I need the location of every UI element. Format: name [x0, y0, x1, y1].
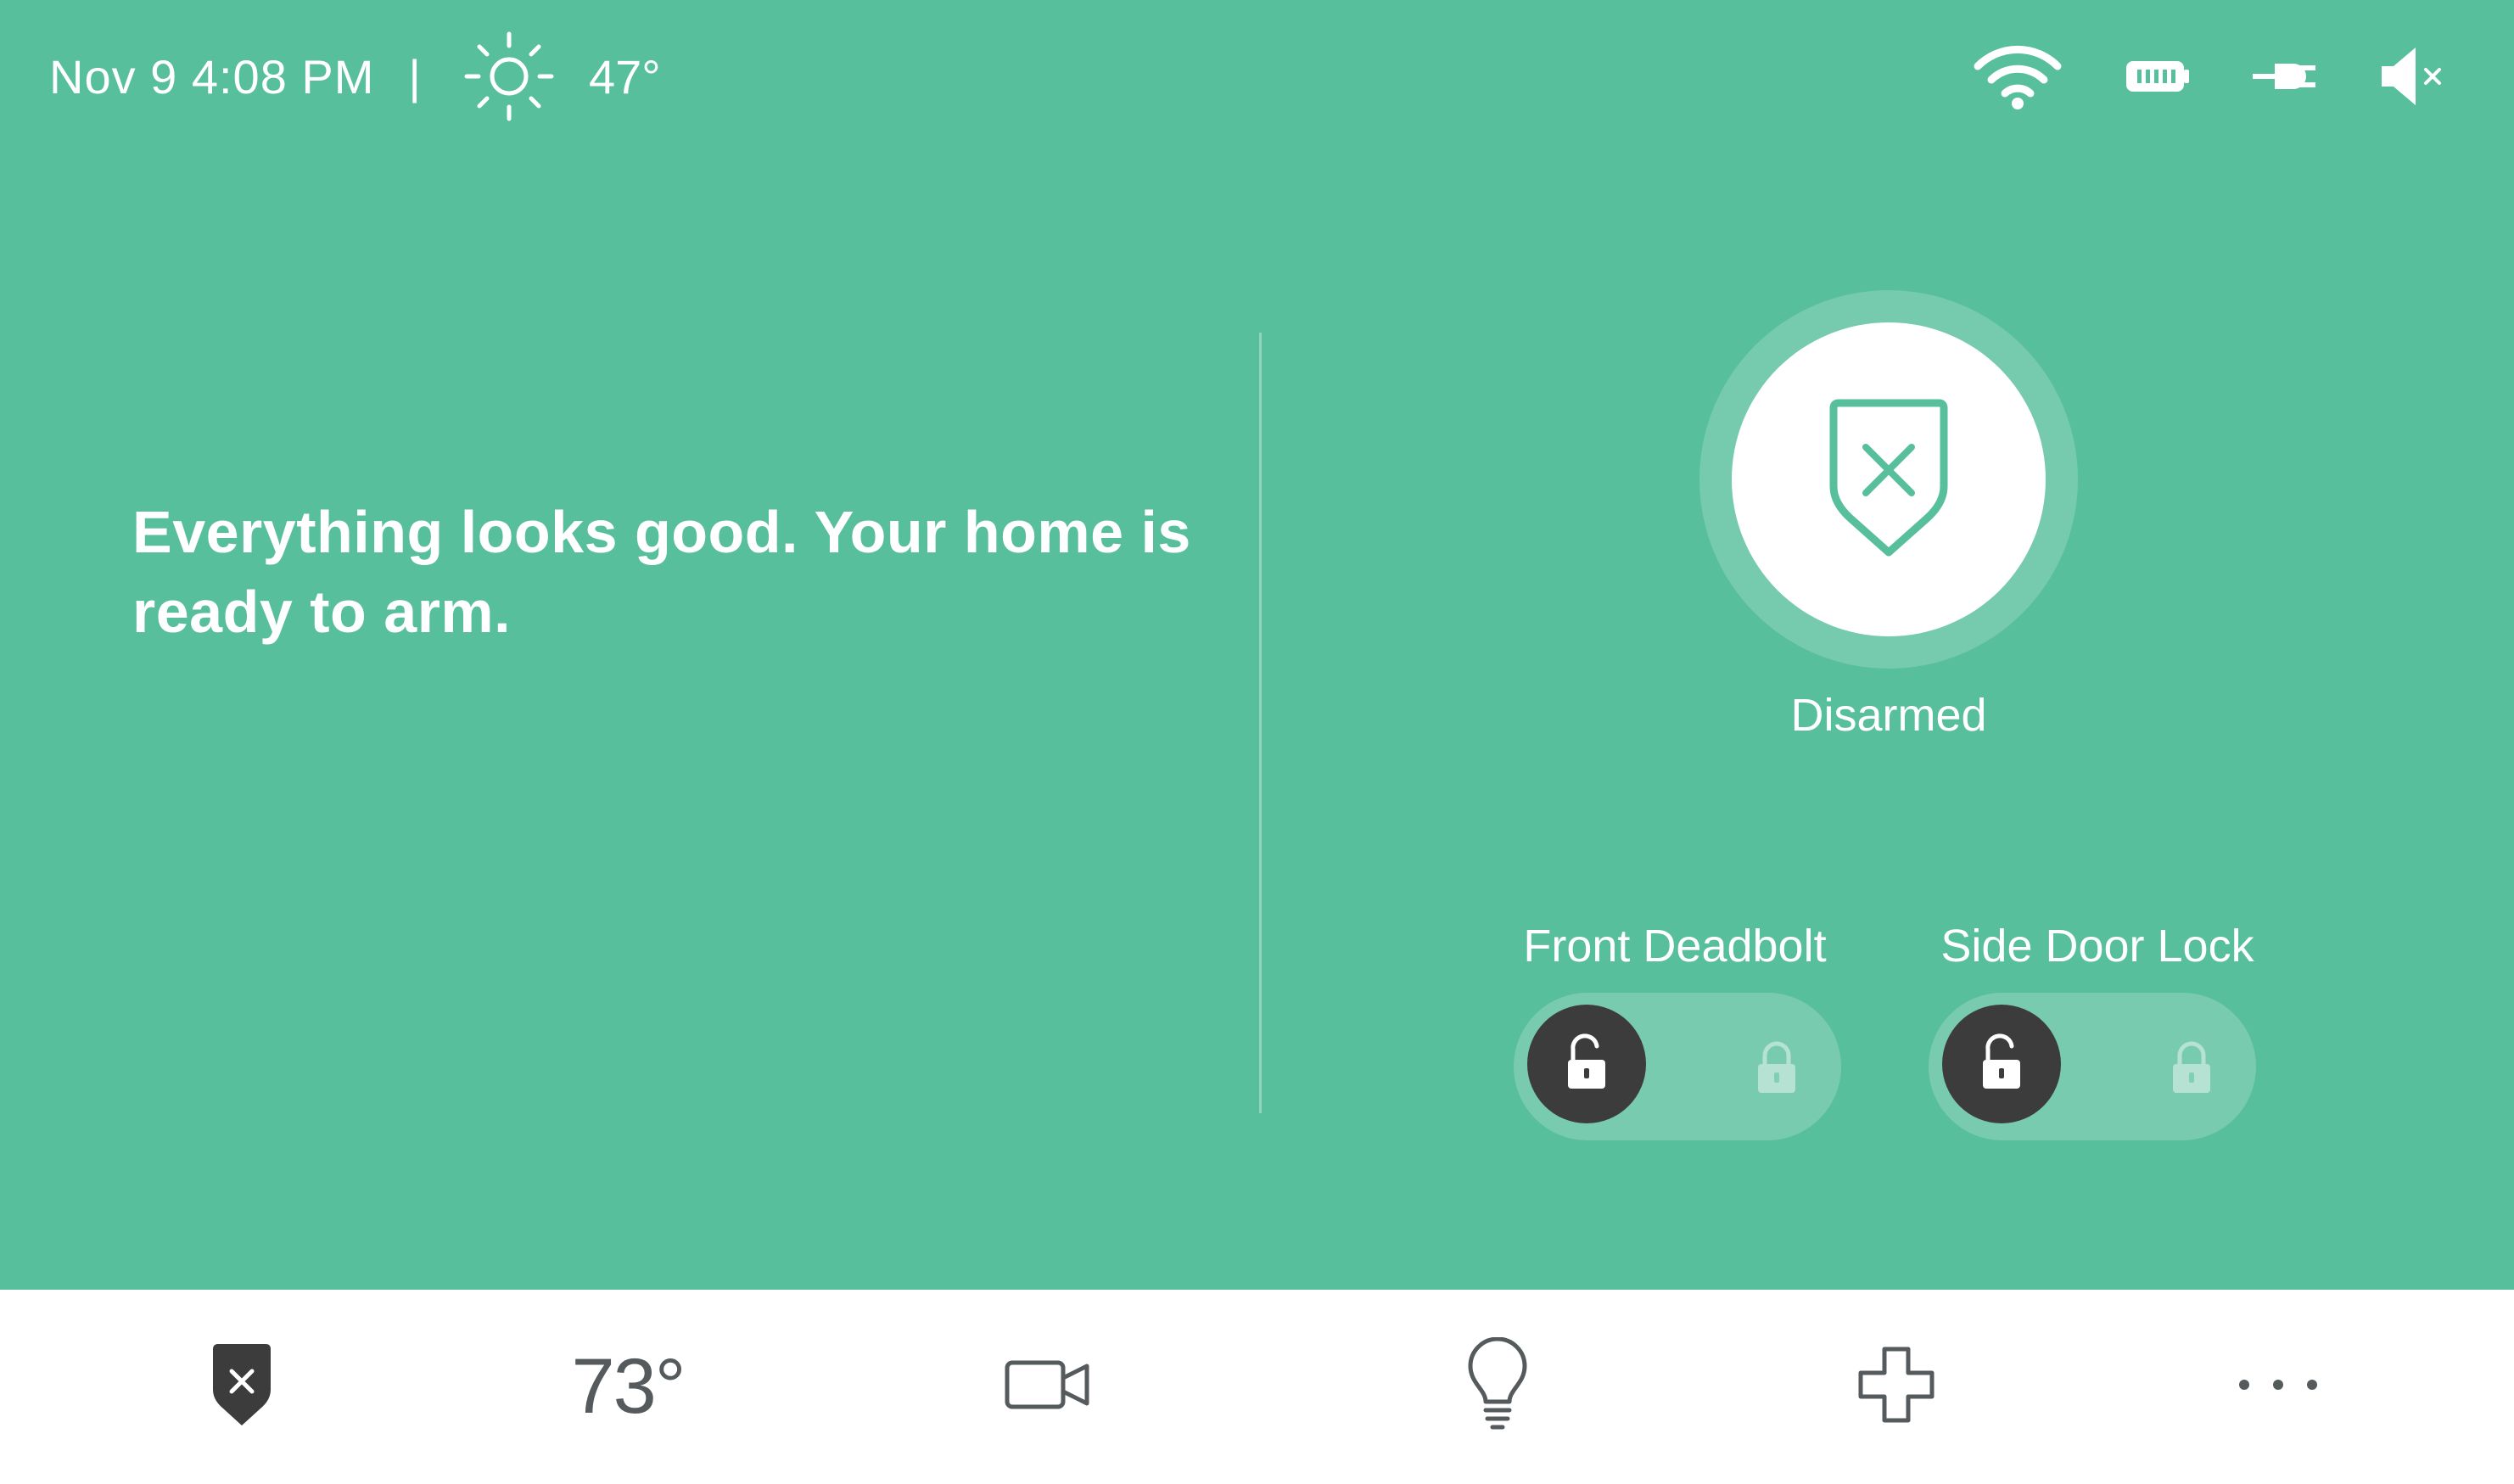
lightbulb-icon	[1465, 1336, 1530, 1436]
battery-icon	[2124, 58, 2192, 95]
arm-toggle-button[interactable]	[1699, 290, 2078, 669]
side-door-lock-toggle[interactable]	[1929, 993, 2256, 1140]
outdoor-temperature: 47°	[588, 49, 661, 104]
arm-state-label: Disarmed	[1790, 690, 1987, 741]
shield-x-icon	[208, 1341, 276, 1433]
indoor-temperature: 73°	[571, 1343, 686, 1430]
shield-x-icon	[1817, 393, 1961, 567]
arm-button-face[interactable]	[1732, 322, 2046, 636]
status-bar-left: Nov 9 4:08 PM | 47°	[49, 31, 661, 121]
plug-icon	[2251, 55, 2319, 98]
nav-thermostat[interactable]: 73°	[543, 1290, 713, 1484]
status-bar-right	[1912, 34, 2446, 119]
front-deadbolt-toggle[interactable]	[1514, 993, 1841, 1140]
nav-lights[interactable]	[1442, 1290, 1553, 1484]
medical-cross-icon	[1857, 1346, 1935, 1428]
bottom-nav-bar: 73°	[0, 1290, 2514, 1484]
nav-security[interactable]	[174, 1290, 310, 1484]
vertical-divider	[1259, 333, 1262, 1113]
date-time: Nov 9 4:08 PM	[49, 49, 375, 104]
status-message: Everything looks good. Your home is read…	[132, 499, 1191, 645]
nav-health[interactable]	[1841, 1290, 1951, 1484]
video-camera-icon	[1004, 1358, 1092, 1416]
speaker-muted-icon[interactable]	[2378, 42, 2446, 110]
more-dots-icon	[2236, 1376, 2321, 1397]
front-deadbolt-label: Front Deadbolt	[1523, 921, 1827, 972]
home-security-panel: Nov 9 4:08 PM | 47° Everything looks goo…	[0, 0, 2514, 1484]
wifi-icon	[1971, 42, 2064, 110]
locked-padlock-icon[interactable]	[1751, 1033, 1802, 1100]
unlocked-padlock-icon	[1563, 1033, 1610, 1096]
status-separator: |	[408, 49, 421, 104]
nav-more[interactable]	[2223, 1290, 2333, 1484]
nav-cameras[interactable]	[993, 1290, 1103, 1484]
sun-icon	[458, 25, 560, 127]
unlocked-padlock-icon	[1978, 1033, 2025, 1096]
unlock-knob[interactable]	[1527, 1005, 1646, 1123]
unlock-knob[interactable]	[1942, 1005, 2061, 1123]
locked-padlock-icon[interactable]	[2166, 1033, 2217, 1100]
side-door-lock-label: Side Door Lock	[1940, 921, 2254, 972]
